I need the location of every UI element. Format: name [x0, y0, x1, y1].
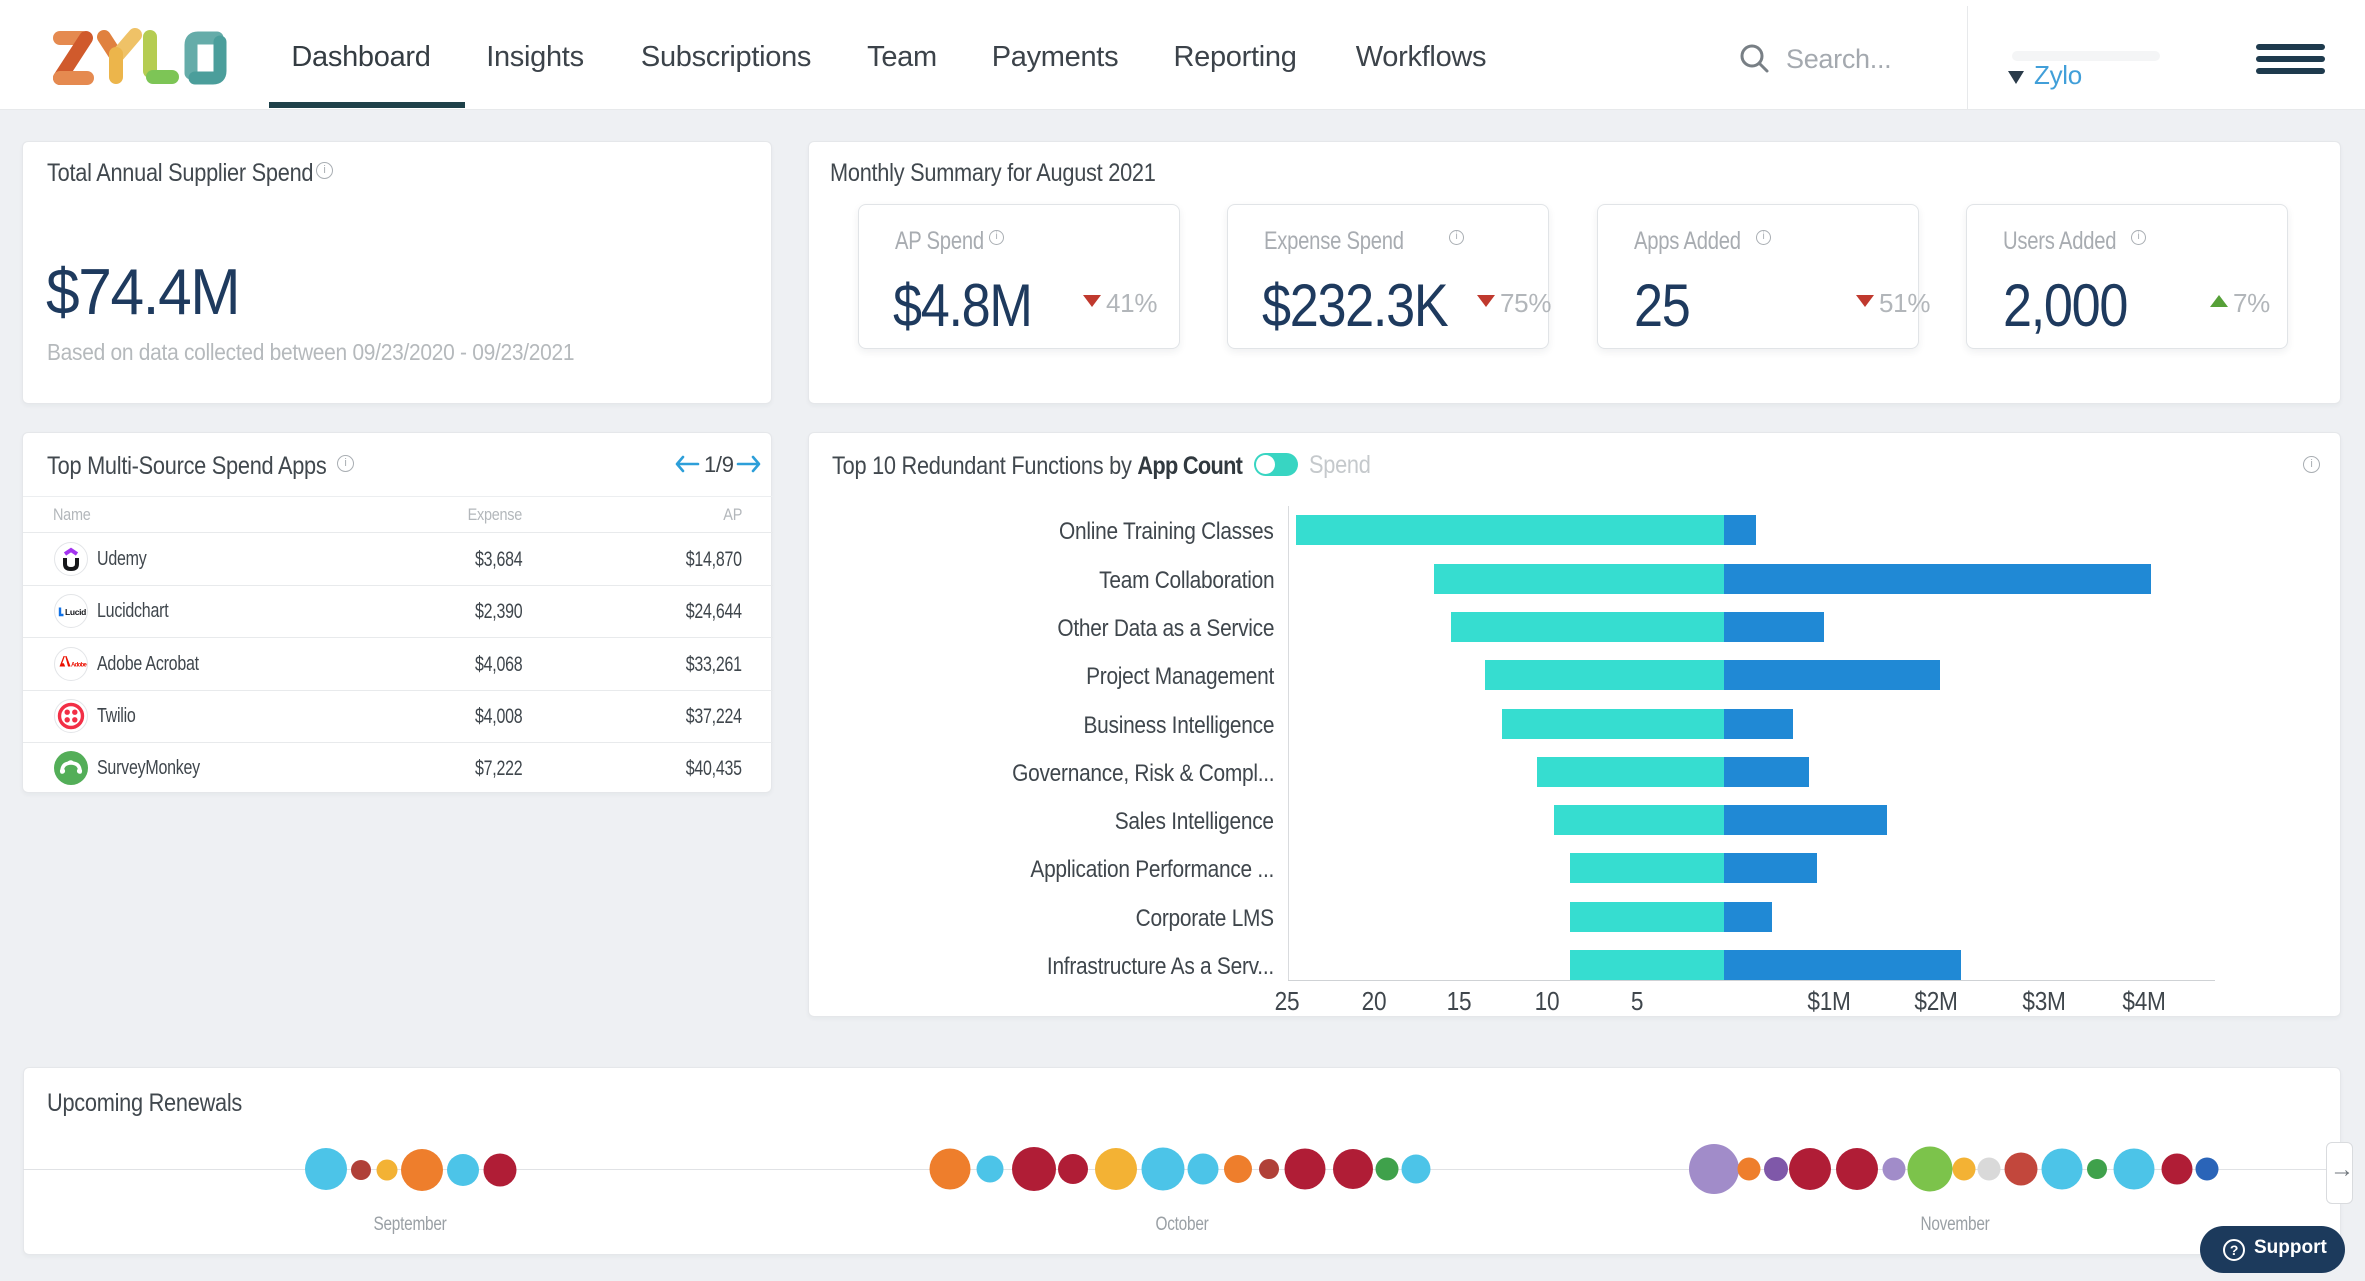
svg-text:Adobe: Adobe — [71, 663, 87, 669]
svg-text:?: ? — [2230, 1242, 2238, 1258]
svg-text:Lucid: Lucid — [65, 607, 86, 617]
